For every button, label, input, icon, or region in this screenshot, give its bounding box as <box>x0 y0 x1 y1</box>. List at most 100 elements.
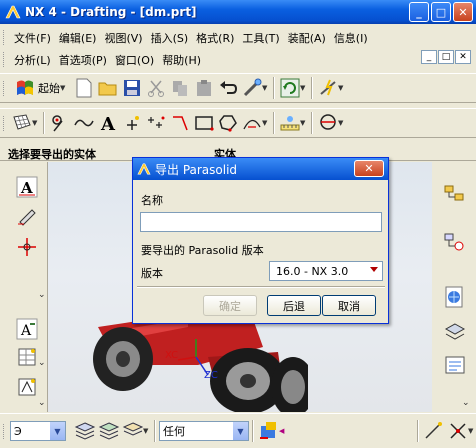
plus-sparkle-button[interactable] <box>121 112 143 134</box>
annotation-text-button[interactable]: A <box>14 174 40 200</box>
scope-combo[interactable]: 任何 ▼ <box>159 421 249 441</box>
layer-filter-button[interactable] <box>74 420 96 442</box>
doc-restore-button[interactable]: □ <box>438 50 454 64</box>
cancel-button[interactable]: 取消 <box>322 295 376 316</box>
type-filter-combo[interactable]: Э ▼ <box>10 421 66 441</box>
component-filter-button[interactable] <box>122 420 144 442</box>
menu-edit[interactable]: 编辑(E) <box>55 30 101 46</box>
web-browser-button[interactable] <box>442 284 468 310</box>
menu-format[interactable]: 格式(R) <box>192 30 238 46</box>
paste-button[interactable] <box>193 77 215 99</box>
toolbar-separator <box>252 420 254 442</box>
snap-point-button[interactable] <box>423 420 445 442</box>
probe-dropdown-icon[interactable]: ▼ <box>338 119 346 127</box>
menu-tools[interactable]: 工具(T) <box>238 30 283 46</box>
text-edit-button[interactable]: A <box>14 316 40 342</box>
left-panel-chevron-icon[interactable]: ⌄ <box>38 358 46 368</box>
toolbar-grip[interactable] <box>3 423 6 439</box>
filter-dropdown-icon[interactable]: ▼ <box>143 427 151 435</box>
menubar-grip[interactable] <box>3 30 6 45</box>
crosshair-button[interactable] <box>14 234 40 260</box>
cross-snap-button[interactable] <box>447 420 469 442</box>
new-file-button[interactable] <box>73 77 95 99</box>
curve-tools-dropdown-icon[interactable]: ▼ <box>262 119 270 127</box>
curve-tools-button[interactable] <box>241 112 263 134</box>
cross-snap-icon <box>450 423 466 439</box>
pentagon-button[interactable] <box>217 112 239 134</box>
start-button[interactable]: 起始 ▼ <box>10 77 72 99</box>
lightning-icon <box>320 79 336 96</box>
ok-button[interactable]: 确定 <box>203 295 257 316</box>
color-dropdown-icon[interactable]: ◀ <box>279 427 287 435</box>
points-button[interactable] <box>145 112 167 134</box>
probe-button[interactable] <box>317 112 339 134</box>
roles-button[interactable] <box>442 352 468 378</box>
close-button[interactable]: ✕ <box>453 2 473 22</box>
menu-window[interactable]: 窗口(O) <box>111 52 158 68</box>
menu-help[interactable]: 帮助(H) <box>158 52 205 68</box>
wave-curve-button[interactable] <box>73 112 95 134</box>
history-palette-button[interactable] <box>442 320 468 346</box>
right-panel-chevron-icon[interactable]: ⌄ <box>462 398 470 408</box>
measure-icon <box>280 116 300 131</box>
symbol-icon <box>18 378 36 396</box>
menu-preferences[interactable]: 首选项(P) <box>55 52 111 68</box>
menu-file[interactable]: 文件(F) <box>10 30 55 46</box>
copy-button[interactable] <box>169 77 191 99</box>
menu-info[interactable]: 信息(I) <box>330 30 372 46</box>
grid-view-button[interactable] <box>11 112 33 134</box>
undo-button[interactable] <box>217 77 239 99</box>
measure-dropdown-icon[interactable]: ▼ <box>300 119 308 127</box>
annotation-text-icon: A <box>16 176 38 198</box>
plus-sparkle-icon <box>127 116 139 130</box>
save-button[interactable] <box>121 77 143 99</box>
stack-icon <box>98 422 120 440</box>
minimize-button[interactable]: _ <box>409 2 429 22</box>
nx-logo-icon <box>137 163 151 175</box>
name-input[interactable] <box>140 212 382 232</box>
pencil-edit-button[interactable] <box>14 202 40 228</box>
refresh-dropdown-icon[interactable]: ▼ <box>300 84 308 92</box>
menu-analysis[interactable]: 分析(L) <box>10 52 55 68</box>
color-select-button[interactable] <box>258 420 280 442</box>
lightning-dropdown-icon[interactable]: ▼ <box>338 84 346 92</box>
symbol-button[interactable] <box>14 374 40 400</box>
menu-insert[interactable]: 插入(S) <box>147 30 193 46</box>
open-button[interactable] <box>97 77 119 99</box>
grid-view-dropdown-icon[interactable]: ▼ <box>32 119 40 127</box>
corner-line-button[interactable] <box>169 112 191 134</box>
dialog-close-button[interactable]: ✕ <box>354 160 384 177</box>
text-button[interactable]: A <box>97 112 119 134</box>
assembly-navigator-button[interactable] <box>442 182 468 208</box>
part-navigator-button[interactable] <box>442 230 468 256</box>
copy-icon <box>173 81 187 96</box>
menu-view[interactable]: 视图(V) <box>100 30 146 46</box>
wand-button[interactable] <box>241 77 263 99</box>
left-panel-chevron-icon[interactable]: ⌄ <box>38 398 46 408</box>
refresh-button[interactable] <box>279 77 301 99</box>
toolbar-grip[interactable] <box>3 80 6 96</box>
rectangle-button[interactable] <box>193 112 215 134</box>
maximize-button[interactable]: □ <box>431 2 451 22</box>
snap-dropdown-icon[interactable]: ▼ <box>468 427 476 435</box>
menubar-grip[interactable] <box>3 52 6 67</box>
table-note-button[interactable] <box>14 344 40 370</box>
toolbar-overflow-icon[interactable]: ▼ <box>262 84 270 92</box>
lightning-button[interactable] <box>317 77 339 99</box>
version-select[interactable]: 16.0 - NX 3.0 <box>269 261 383 281</box>
toolbar-grip[interactable] <box>3 115 6 131</box>
measure-button[interactable] <box>279 112 301 134</box>
dot-line-button[interactable] <box>49 112 71 134</box>
menu-assembly[interactable]: 装配(A) <box>284 30 330 46</box>
toolbar-separator <box>154 420 156 442</box>
doc-minimize-button[interactable]: _ <box>421 50 437 64</box>
stack-filter-button[interactable] <box>98 420 120 442</box>
cut-button[interactable] <box>145 77 167 99</box>
start-dropdown-icon[interactable]: ▼ <box>60 84 68 92</box>
doc-close-button[interactable]: ✕ <box>455 50 471 64</box>
left-panel-chevron-icon[interactable]: ⌄ <box>38 290 46 300</box>
toolbar-separator <box>43 112 45 134</box>
back-button[interactable]: 后退 <box>267 295 321 316</box>
snap-point-icon <box>425 422 442 439</box>
part-navigator-icon <box>444 233 464 251</box>
